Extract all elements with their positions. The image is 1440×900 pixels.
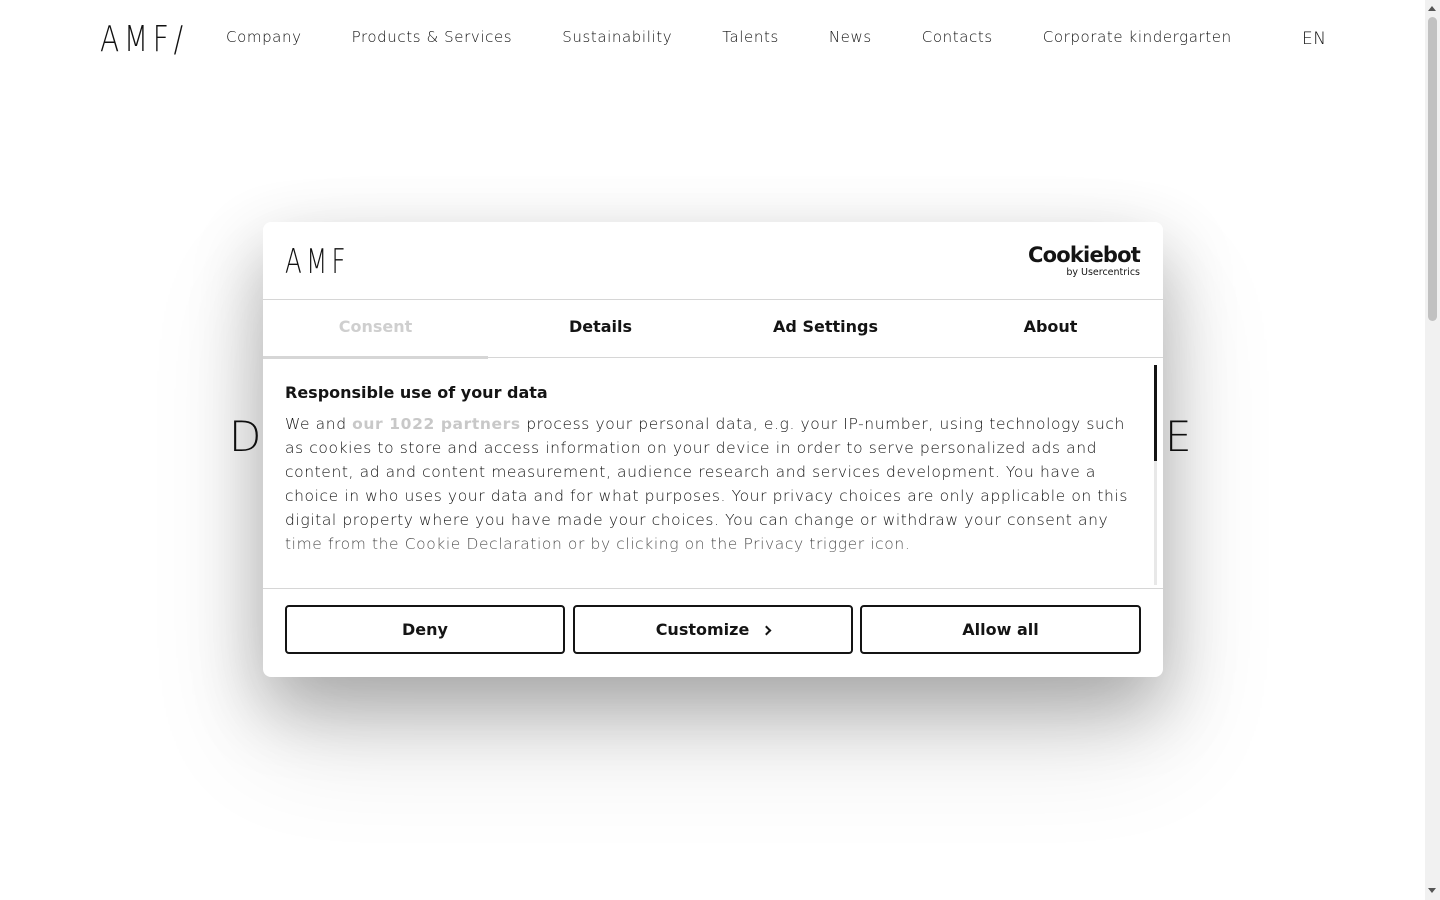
customize-button-label: Customize	[655, 620, 750, 639]
cookiebot-name: Cookiebot	[1028, 243, 1141, 267]
customize-button[interactable]: Customize	[573, 605, 853, 654]
page-scrollbar-thumb[interactable]	[1428, 17, 1437, 321]
scroll-up-arrow-icon[interactable]	[1428, 6, 1436, 11]
tab-details[interactable]: Details	[488, 300, 713, 358]
dialog-tabs: Consent Details Ad Settings About	[263, 300, 1163, 359]
allow-all-button[interactable]: Allow all	[860, 605, 1141, 654]
content-scrollbar-thumb[interactable]	[1154, 365, 1157, 461]
hero-heading-left: D	[229, 412, 262, 461]
nav-item-corporate-kindergarten[interactable]: Corporate kindergarten	[1043, 28, 1232, 46]
deny-button-label: Deny	[402, 620, 448, 639]
cookie-consent-dialog: AMF Cookiebot by Usercentrics Consent De…	[263, 222, 1163, 677]
page-scrollbar[interactable]	[1425, 0, 1440, 900]
nav-item-products-services[interactable]: Products & Services	[352, 28, 513, 46]
dialog-logo: AMF	[285, 242, 350, 282]
allow-all-button-label: Allow all	[962, 620, 1039, 639]
consent-body: We and our 1022 partners process your pe…	[285, 412, 1145, 556]
site-header: AMF/ Company Products & Services Sustain…	[0, 0, 1425, 78]
dialog-buttons: Deny Customize Allow all	[285, 605, 1141, 654]
nav-item-company[interactable]: Company	[226, 28, 302, 46]
cookiebot-by-line: by Usercentrics	[1066, 267, 1140, 278]
hero-heading-right: E	[1165, 412, 1192, 461]
partners-link[interactable]: our 1022 partners	[352, 415, 521, 433]
chevron-right-icon	[761, 625, 772, 636]
nav-item-sustainability[interactable]: Sustainability	[562, 28, 672, 46]
tab-ad-settings[interactable]: Ad Settings	[713, 300, 938, 358]
tab-consent[interactable]: Consent	[263, 300, 488, 359]
dialog-header: AMF Cookiebot by Usercentrics	[263, 222, 1163, 300]
nav-item-contacts[interactable]: Contacts	[922, 28, 993, 46]
consent-body-text: process your personal data, e.g. your IP…	[285, 415, 1129, 553]
main-nav: Company Products & Services Sustainabili…	[226, 28, 1232, 46]
nav-item-news[interactable]: News	[829, 28, 872, 46]
tab-about[interactable]: About	[938, 300, 1163, 358]
consent-content[interactable]: Responsible use of your data We and our …	[263, 359, 1163, 589]
consent-title: Responsible use of your data	[285, 383, 548, 402]
deny-button[interactable]: Deny	[285, 605, 565, 654]
language-switcher[interactable]: EN	[1302, 29, 1326, 49]
nav-item-talents[interactable]: Talents	[722, 28, 779, 46]
cookiebot-logo[interactable]: Cookiebot by Usercentrics	[1010, 243, 1141, 278]
consent-body-prefix: We and	[285, 415, 353, 433]
scroll-down-arrow-icon[interactable]	[1428, 888, 1436, 893]
site-logo[interactable]: AMF/	[100, 20, 188, 60]
